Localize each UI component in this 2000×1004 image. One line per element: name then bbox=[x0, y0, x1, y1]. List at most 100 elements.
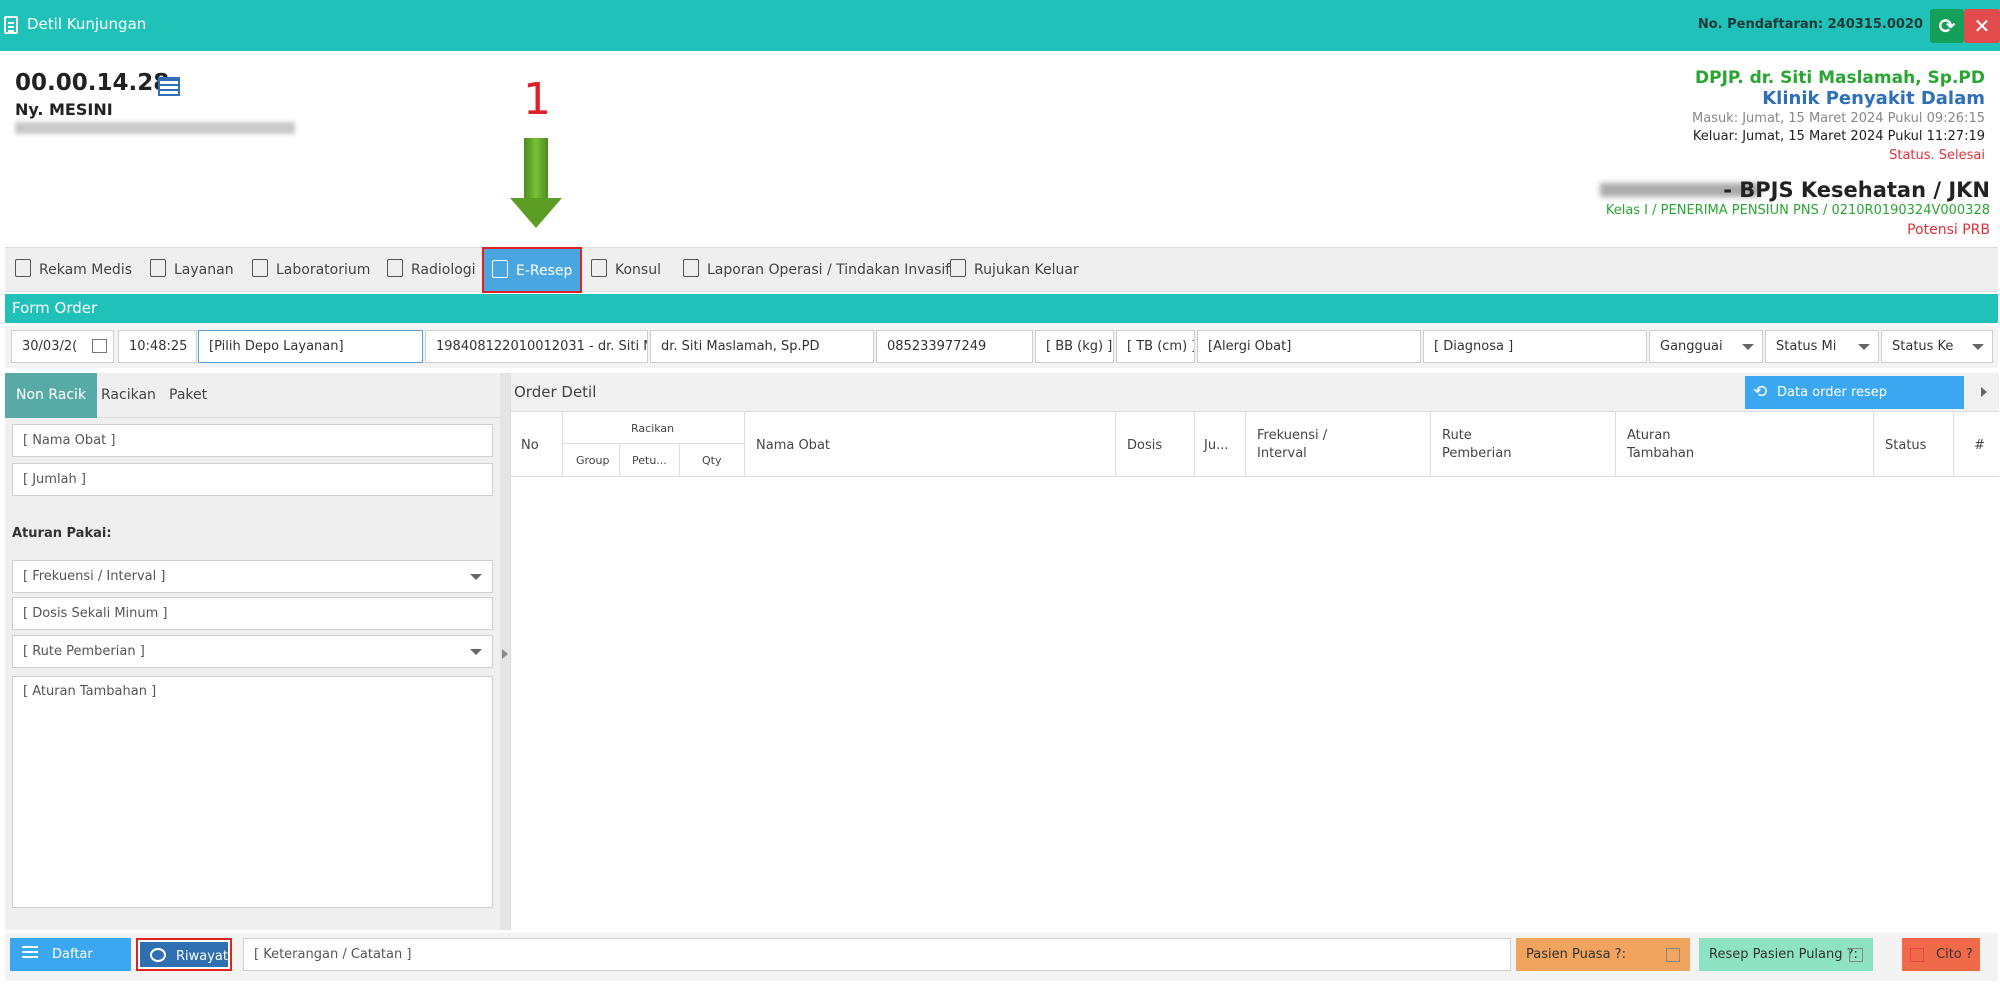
close-icon: ✕ bbox=[1973, 14, 1991, 38]
checkbox-label: Pasien Puasa ?: bbox=[1526, 947, 1626, 962]
tab-racikan[interactable]: Racikan bbox=[90, 373, 167, 418]
button-label: Daftar Order bbox=[52, 947, 93, 995]
main-tabs: Rekam Medis Layanan Laboratorium Radiolo… bbox=[5, 247, 1998, 293]
column-label: Pemberian bbox=[1442, 446, 1512, 461]
column-label: Dosis bbox=[1127, 438, 1163, 453]
title-bar: Detil Kunjungan No. Pendaftaran: 240315.… bbox=[0, 0, 2000, 51]
column-qty[interactable]: Qty bbox=[680, 444, 745, 477]
column-label: Status bbox=[1885, 438, 1927, 453]
gangguan-select[interactable]: Gangguai bbox=[1649, 330, 1763, 363]
status-k-value: Status Ke bbox=[1892, 339, 1954, 354]
medicine-name-input[interactable]: [ Nama Obat ] bbox=[12, 424, 493, 457]
quantity-input[interactable]: [ Jumlah ] bbox=[12, 463, 493, 496]
checkbox-label: Cito ? bbox=[1936, 947, 1973, 962]
calendar-icon[interactable] bbox=[92, 339, 107, 353]
order-date-input[interactable]: 30/03/2( bbox=[11, 330, 114, 363]
notes-input[interactable]: [ Keterangan / Catatan ] bbox=[243, 938, 1511, 971]
daftar-order-button[interactable]: Daftar Order bbox=[10, 938, 131, 995]
column-aturan-tambahan[interactable]: Aturan Tambahan bbox=[1616, 412, 1874, 477]
frequency-value: [ Frekuensi / Interval ] bbox=[23, 569, 166, 584]
button-label: Riwayat bbox=[176, 949, 228, 964]
checkbox-icon[interactable] bbox=[1849, 948, 1863, 962]
column-no[interactable]: No bbox=[511, 412, 563, 477]
column-jumlah[interactable]: Ju... bbox=[1195, 412, 1246, 477]
tab-label: Konsul bbox=[615, 262, 661, 278]
dose-input[interactable]: [ Dosis Sekali Minum ] bbox=[12, 597, 493, 630]
tab-non-racik[interactable]: Non Racik bbox=[5, 373, 98, 418]
column-racikan: Racikan bbox=[563, 412, 745, 444]
column-petunjuk[interactable]: Petu... bbox=[620, 444, 680, 477]
status-k-select[interactable]: Status Ke bbox=[1881, 330, 1993, 363]
column-status[interactable]: Status bbox=[1874, 412, 1954, 477]
checkbox-label: Resep Pasien Pulang ?: bbox=[1709, 947, 1858, 962]
check-out-time: Keluar: Jumat, 15 Maret 2024 Pukul 11:27… bbox=[1692, 129, 1985, 144]
column-frekuensi[interactable]: Frekuensi / Interval bbox=[1246, 412, 1431, 477]
tab-label: E-Resep bbox=[516, 263, 573, 279]
gangguan-value: Gangguai bbox=[1660, 339, 1723, 354]
tab-rekam-medis[interactable]: Rekam Medis bbox=[15, 248, 132, 292]
tab-label: Layanan bbox=[174, 262, 234, 278]
tab-label: Laboratorium bbox=[276, 262, 371, 278]
panel-splitter[interactable] bbox=[500, 373, 510, 930]
refresh-icon: ⟳ bbox=[1938, 14, 1956, 38]
diagnosis-input[interactable]: [ Diagnosa ] bbox=[1423, 330, 1647, 363]
tab-e-resep[interactable]: E-Resep bbox=[482, 247, 583, 293]
check-in-time: Masuk: Jumat, 15 Maret 2024 Pukul 09:26:… bbox=[1691, 111, 1985, 126]
pasien-puasa-toggle[interactable]: Pasien Puasa ?: bbox=[1516, 938, 1690, 971]
checkbox-icon[interactable] bbox=[1666, 948, 1680, 962]
previous-order-button[interactable]: Data order resep sebelumnya bbox=[1745, 376, 1964, 433]
tab-paket[interactable]: Paket bbox=[158, 373, 218, 418]
tab-radiologi[interactable]: Radiologi bbox=[387, 248, 476, 292]
weight-input[interactable]: [ BB (kg) ] bbox=[1035, 330, 1114, 363]
window-title: Detil Kunjungan bbox=[27, 15, 147, 33]
depo-layanan-input[interactable]: [Pilih Depo Layanan] bbox=[198, 330, 423, 363]
additional-rules-textarea[interactable]: [ Aturan Tambahan ] bbox=[12, 676, 493, 908]
checkbox-icon[interactable] bbox=[1910, 948, 1924, 962]
allergy-input[interactable]: [Alergi Obat] bbox=[1197, 330, 1421, 363]
list-icon[interactable] bbox=[158, 77, 180, 96]
bottom-toolbar: Daftar Order Riwayat [ Keterangan / Cata… bbox=[5, 933, 1998, 995]
frequency-select[interactable]: [ Frekuensi / Interval ] bbox=[12, 560, 493, 593]
record-number: 00.00.14.28 bbox=[15, 70, 170, 96]
clinic-name: Klinik Penyakit Dalam bbox=[1762, 88, 1985, 109]
chevron-down-icon bbox=[1742, 344, 1754, 350]
column-group[interactable]: Group bbox=[563, 444, 620, 477]
tab-layanan[interactable]: Layanan bbox=[150, 248, 234, 292]
doctor-name-input[interactable]: dr. Siti Maslamah, Sp.PD bbox=[650, 330, 874, 363]
chevron-right-icon[interactable] bbox=[1981, 387, 1987, 397]
column-label: Frekuensi / bbox=[1257, 428, 1328, 443]
step-1-label: 1 bbox=[523, 74, 551, 125]
resep-pulang-toggle[interactable]: Resep Pasien Pulang ?: bbox=[1699, 938, 1873, 971]
insurance-name: - BPJS Kesehatan / JKN bbox=[1723, 178, 1990, 202]
chevron-down-icon bbox=[470, 649, 482, 655]
order-time-input[interactable]: 10:48:25 bbox=[118, 330, 197, 363]
tab-rujukan-keluar[interactable]: Rujukan Keluar bbox=[950, 248, 1079, 292]
doctor-nip-input[interactable]: 198408122010012031 - dr. Siti Ma bbox=[425, 330, 648, 363]
column-dosis[interactable]: Dosis bbox=[1116, 412, 1195, 477]
tab-laboratorium[interactable]: Laboratorium bbox=[252, 248, 370, 292]
step-1-arrow-icon bbox=[510, 138, 562, 230]
column-label: Nama Obat bbox=[756, 438, 831, 453]
wheelchair-icon bbox=[591, 259, 607, 277]
tab-konsul[interactable]: Konsul bbox=[591, 248, 661, 292]
column-nama-obat[interactable]: Nama Obat bbox=[745, 412, 1116, 477]
tab-laporan-operasi[interactable]: Laporan Operasi / Tindakan Invasif bbox=[683, 248, 950, 292]
status-m-select[interactable]: Status Mi bbox=[1765, 330, 1879, 363]
height-input[interactable]: [ TB (cm) ] bbox=[1116, 330, 1195, 363]
history-icon bbox=[150, 948, 166, 962]
column-label: Group bbox=[576, 454, 610, 467]
refresh-button[interactable]: ⟳ bbox=[1930, 9, 1964, 43]
column-rute[interactable]: Rute Pemberian bbox=[1431, 412, 1616, 477]
column-actions[interactable]: # bbox=[1954, 412, 1999, 477]
document-icon bbox=[15, 259, 31, 277]
close-button[interactable]: ✕ bbox=[1964, 9, 2000, 43]
chevron-down-icon bbox=[470, 574, 482, 580]
route-select[interactable]: [ Rute Pemberian ] bbox=[12, 635, 493, 668]
route-value: [ Rute Pemberian ] bbox=[23, 644, 145, 659]
riwayat-button[interactable]: Riwayat bbox=[136, 938, 232, 971]
cito-toggle[interactable]: Cito ? bbox=[1902, 938, 1980, 971]
order-detail-panel: Order Detil Data order resep sebelumnya … bbox=[510, 373, 1999, 930]
phone-input[interactable]: 085233977249 bbox=[876, 330, 1033, 363]
list-icon bbox=[22, 946, 38, 960]
medicine-entry-panel: Non Racik Racikan Paket [ Nama Obat ] [ … bbox=[5, 373, 500, 930]
